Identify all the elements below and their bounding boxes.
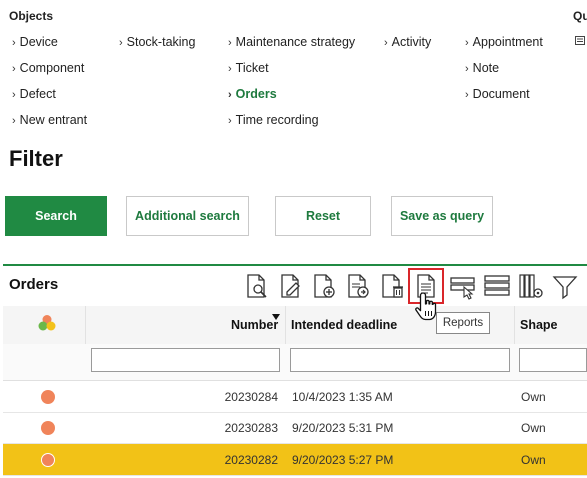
chevron-right-icon: › xyxy=(228,115,232,127)
search-button[interactable]: Search xyxy=(5,196,107,236)
list-view-icon[interactable] xyxy=(484,272,510,300)
order-shape: Own xyxy=(521,453,546,467)
nav-item-stock-taking[interactable]: › Stock-taking xyxy=(119,35,195,49)
order-deadline: 9/20/2023 5:31 PM xyxy=(292,421,394,435)
status-column-icon xyxy=(38,315,56,331)
delete-document-icon[interactable] xyxy=(380,272,406,300)
edit-document-icon[interactable] xyxy=(278,272,304,300)
quick-title: Qu xyxy=(573,9,587,23)
nav-item-defect[interactable]: › Defect xyxy=(12,87,56,101)
filter-funnel-icon[interactable] xyxy=(552,272,578,300)
nav-item-appointment[interactable]: › Appointment xyxy=(465,35,543,49)
column-settings-icon[interactable] xyxy=(518,272,544,300)
order-deadline: 10/4/2023 1:35 AM xyxy=(292,390,393,404)
shape-filter-input[interactable] xyxy=(519,348,587,372)
nav-item-note[interactable]: › Note xyxy=(465,61,499,75)
chevron-right-icon: › xyxy=(228,63,232,75)
status-dot xyxy=(41,453,55,467)
column-header-shape[interactable]: Shape xyxy=(520,318,558,332)
order-number: 20230284 xyxy=(224,390,278,404)
status-dot xyxy=(41,421,55,435)
order-shape: Own xyxy=(521,390,546,404)
status-dot xyxy=(41,390,55,404)
column-header-intended-deadline[interactable]: Intended deadline xyxy=(291,318,397,332)
nav-item-device[interactable]: › Device xyxy=(12,35,58,49)
filter-title: Filter xyxy=(9,146,63,171)
chevron-right-icon: › xyxy=(228,89,232,101)
chevron-right-icon: › xyxy=(465,89,469,101)
reset-button[interactable]: Reset xyxy=(275,196,371,236)
chevron-right-icon: › xyxy=(12,63,16,75)
nav-item-document[interactable]: › Document xyxy=(465,87,530,101)
chevron-right-icon: › xyxy=(12,89,16,101)
nav-item-ticket[interactable]: › Ticket xyxy=(228,61,269,75)
section-divider xyxy=(3,264,587,266)
nav-item-maintenance-strategy[interactable]: › Maintenance strategy xyxy=(228,35,355,49)
search-document-icon[interactable] xyxy=(244,272,270,300)
query-icon[interactable] xyxy=(575,36,585,45)
orders-title: Orders xyxy=(9,276,59,293)
nav-item-component[interactable]: › Component xyxy=(12,61,84,75)
nav-item-time-recording[interactable]: › Time recording xyxy=(228,113,319,127)
copy-document-icon[interactable] xyxy=(346,272,372,300)
reports-tooltip: Reports xyxy=(436,312,490,334)
nav-item-orders[interactable]: › Orders xyxy=(228,87,277,101)
table-row[interactable]: 20230283 9/20/2023 5:31 PM Own xyxy=(3,412,587,444)
objects-title: Objects xyxy=(9,9,54,23)
sort-desc-icon xyxy=(272,314,280,320)
table-row[interactable]: 20230284 10/4/2023 1:35 AM Own xyxy=(3,381,587,413)
chevron-right-icon: › xyxy=(12,115,16,127)
chevron-right-icon: › xyxy=(465,37,469,49)
chevron-right-icon: › xyxy=(12,37,16,49)
order-shape: Own xyxy=(521,421,546,435)
nav-item-activity[interactable]: › Activity xyxy=(384,35,431,49)
select-rows-icon[interactable] xyxy=(450,272,476,300)
chevron-right-icon: › xyxy=(119,37,123,49)
number-filter-input[interactable] xyxy=(91,348,280,372)
order-number: 20230283 xyxy=(224,421,278,435)
table-row-selected[interactable]: 20230282 9/20/2023 5:27 PM Own xyxy=(3,444,587,476)
order-deadline: 9/20/2023 5:27 PM xyxy=(292,453,394,467)
hand-cursor-icon xyxy=(415,292,437,321)
chevron-right-icon: › xyxy=(384,37,388,49)
nav-item-new-entrant[interactable]: › New entrant xyxy=(12,113,87,127)
additional-search-button[interactable]: Additional search xyxy=(126,196,249,236)
deadline-filter-input[interactable] xyxy=(290,348,510,372)
add-document-icon[interactable] xyxy=(312,272,338,300)
save-as-query-button[interactable]: Save as query xyxy=(391,196,493,236)
chevron-right-icon: › xyxy=(465,63,469,75)
chevron-right-icon: › xyxy=(228,37,232,49)
order-number: 20230282 xyxy=(224,453,278,467)
column-header-number[interactable]: Number xyxy=(231,318,278,332)
